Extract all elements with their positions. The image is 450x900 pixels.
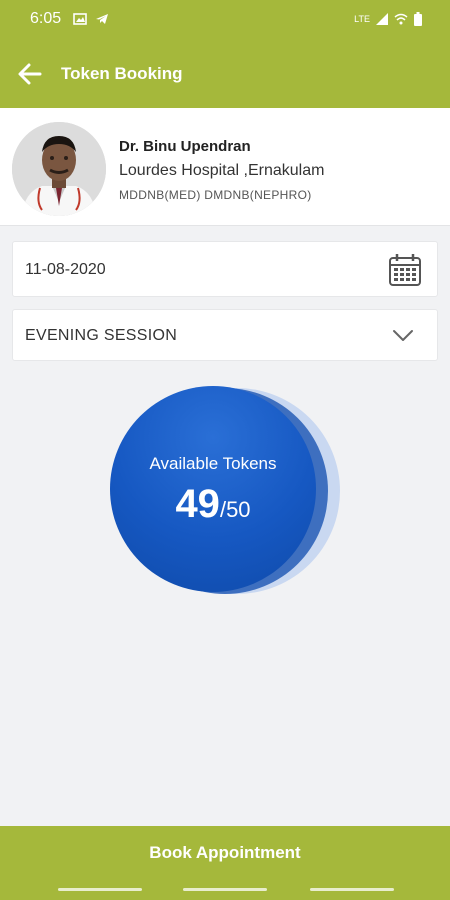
doctor-photo — [12, 122, 106, 216]
calendar-icon[interactable] — [387, 252, 423, 288]
selected-session: EVENING SESSION — [25, 327, 178, 344]
back-arrow-icon — [18, 63, 42, 85]
page-title: Token Booking — [61, 64, 183, 83]
token-label: Available Tokens — [149, 454, 277, 473]
nav-recents-handle[interactable] — [58, 888, 142, 891]
wifi-icon — [394, 13, 408, 25]
back-button[interactable] — [14, 58, 46, 90]
system-nav-bar — [0, 880, 450, 900]
nav-back-handle[interactable] — [310, 888, 394, 891]
signal-icon — [376, 13, 388, 25]
doctor-name: Dr. Binu Upendran — [119, 138, 251, 155]
token-count: 49/50 — [110, 482, 316, 527]
selected-date: 11-08-2020 — [25, 261, 106, 278]
doctor-hospital: Lourdes Hospital ,Ernakulam — [119, 162, 325, 179]
doctor-qualifications: MDDNB(MED) DMDNB(NEPHRO) — [119, 188, 312, 202]
nav-home-handle[interactable] — [183, 888, 267, 891]
date-picker-field[interactable]: 11-08-2020 — [12, 241, 438, 297]
tokens-total: 50 — [226, 497, 251, 522]
status-bar: 6:05 LTE — [0, 0, 450, 40]
token-circle: Available Tokens 49/50 — [110, 386, 316, 592]
battery-icon — [414, 12, 422, 26]
status-time: 6:05 — [30, 10, 62, 27]
telegram-icon — [96, 14, 108, 24]
doctor-avatar — [12, 122, 106, 216]
app-bar: Token Booking — [0, 40, 450, 108]
network-label: LTE — [354, 14, 370, 24]
tokens-available: 49 — [175, 482, 220, 526]
book-appointment-button[interactable]: Book Appointment — [0, 826, 450, 880]
chevron-down-icon — [393, 330, 413, 341]
doctor-card: Dr. Binu Upendran Lourdes Hospital ,Erna… — [0, 108, 450, 226]
session-select[interactable]: EVENING SESSION — [12, 309, 438, 361]
image-icon — [73, 13, 87, 25]
available-tokens-badge: Available Tokens 49/50 — [110, 386, 345, 596]
